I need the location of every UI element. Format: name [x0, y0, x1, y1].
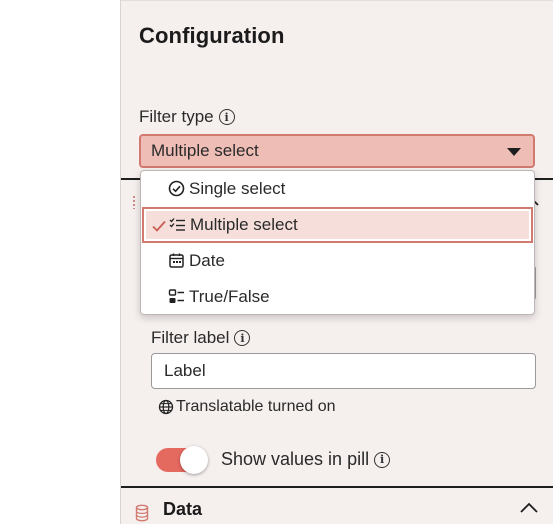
info-icon[interactable]: i — [234, 330, 251, 346]
filter-label-input[interactable] — [151, 353, 536, 389]
database-icon — [135, 504, 149, 522]
filter-type-selected-value: Multiple select — [151, 141, 259, 160]
data-section-header[interactable]: Data — [121, 488, 553, 524]
option-single-select[interactable]: Single select — [141, 171, 534, 207]
panel-title: Configuration — [139, 23, 285, 48]
left-pane — [0, 0, 121, 524]
filter-label-label-row: Filter label i — [151, 328, 251, 348]
option-multiple-select[interactable]: Multiple select — [142, 207, 533, 243]
drag-handle-icon[interactable] — [132, 195, 136, 209]
check-circle-icon — [168, 180, 185, 197]
show-values-label: Show values in pill — [221, 449, 370, 469]
translatable-text: Translatable turned on — [176, 398, 336, 415]
chevron-up-icon[interactable] — [519, 501, 539, 515]
filter-type-select[interactable]: Multiple select — [139, 134, 535, 168]
boolean-toggle-icon — [168, 289, 184, 303]
calendar-icon — [169, 253, 184, 268]
filter-label-label: Filter label — [151, 328, 230, 347]
data-section-label: Data — [163, 499, 203, 519]
option-label: True/False — [189, 287, 270, 306]
filter-type-dropdown: Single select Multiple select Date True/… — [140, 170, 535, 315]
option-true-false[interactable]: True/False — [141, 279, 534, 315]
show-values-toggle[interactable] — [156, 446, 208, 474]
globe-icon — [158, 399, 174, 415]
option-date[interactable]: Date — [141, 243, 534, 279]
multi-select-list-icon — [169, 218, 185, 231]
filter-type-label-row: Filter type i — [139, 107, 235, 127]
info-icon[interactable]: i — [218, 109, 235, 125]
check-icon — [152, 220, 166, 232]
option-label: Single select — [189, 179, 286, 198]
filter-type-label: Filter type — [139, 107, 214, 126]
translatable-status: Translatable turned on — [158, 398, 336, 416]
caret-down-icon — [507, 148, 521, 156]
toggle-knob — [180, 446, 208, 474]
show-values-label-row: Show values in pill i — [221, 449, 391, 470]
info-icon[interactable]: i — [374, 451, 391, 468]
option-label: Date — [189, 251, 225, 270]
option-label: Multiple select — [190, 215, 298, 234]
